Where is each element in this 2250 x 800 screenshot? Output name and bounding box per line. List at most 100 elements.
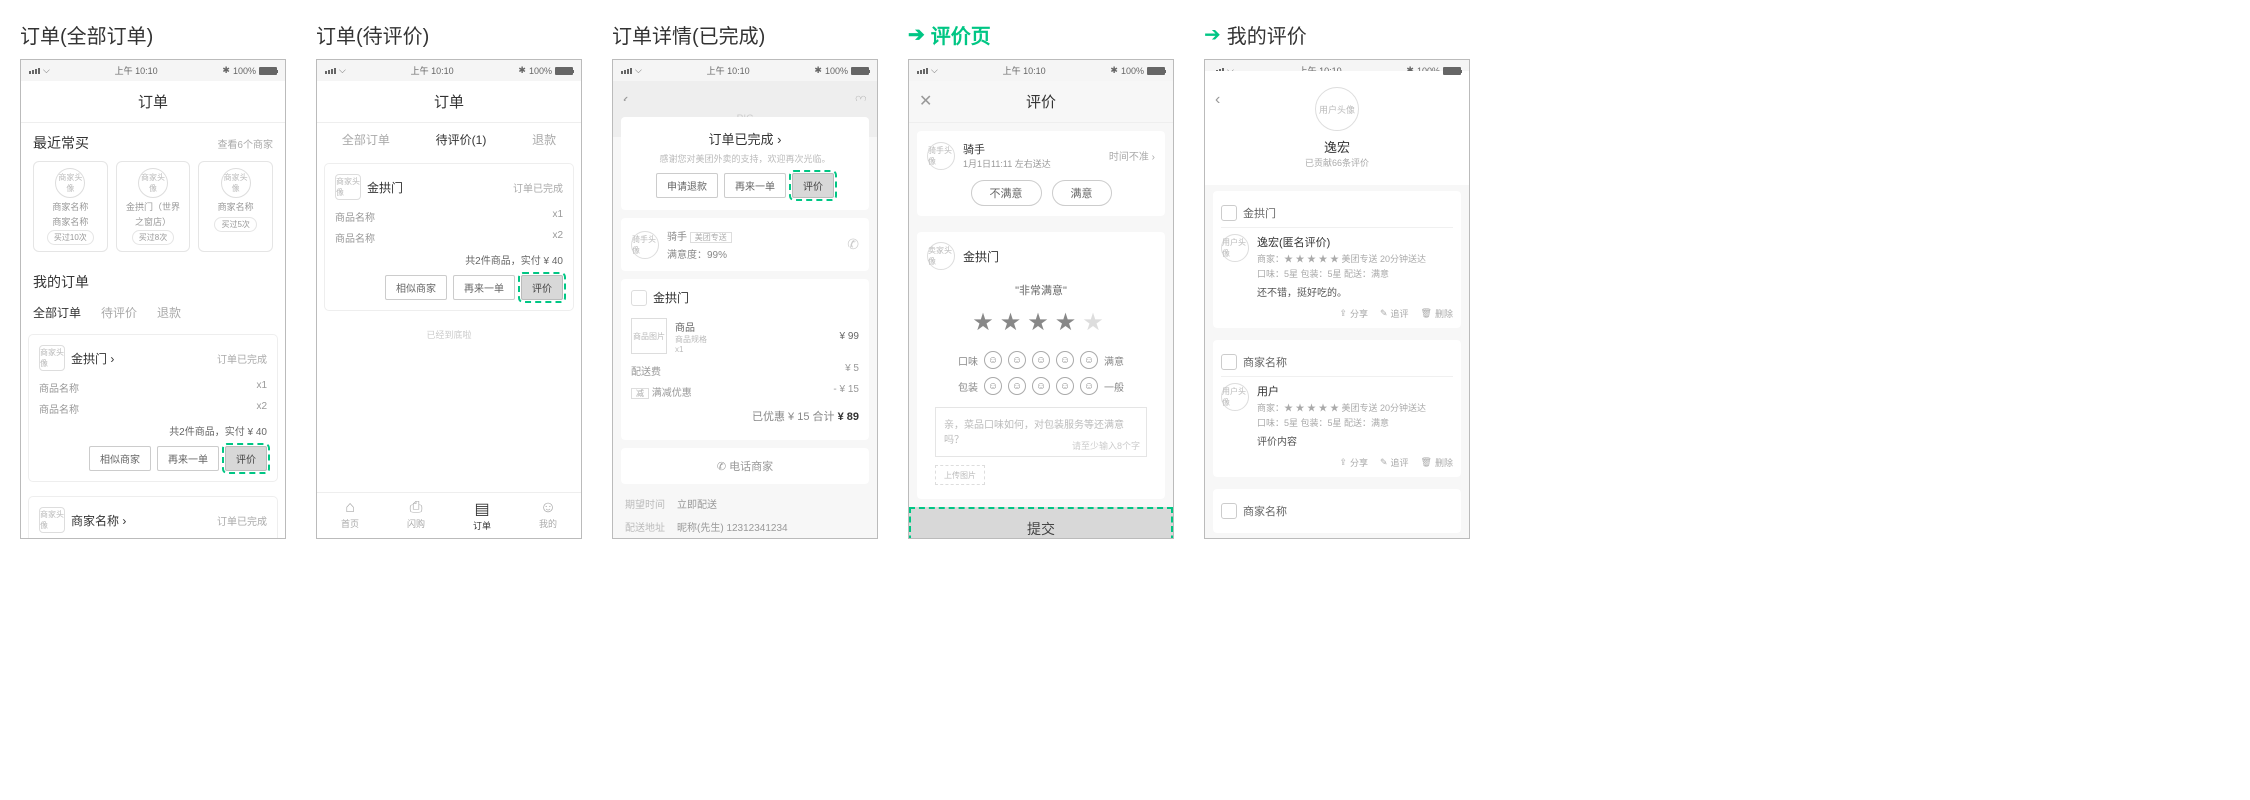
order-done-title[interactable]: 订单已完成 ›: [633, 129, 857, 148]
shop-name[interactable]: 商家名称: [1243, 503, 1287, 519]
tab-flash[interactable]: ⎙闪购: [383, 493, 449, 538]
follow-button[interactable]: ✎ 追评: [1380, 307, 1409, 320]
face-icon[interactable]: ☺: [984, 377, 1002, 395]
tab-me[interactable]: ☺我的: [515, 493, 581, 538]
nav-title: 订单: [434, 94, 464, 111]
review-textarea[interactable]: 亲，菜品口味如何，对包装服务等还满意吗？请至少输入8个字: [935, 407, 1147, 457]
item-name: 商品名称: [39, 401, 79, 416]
close-icon[interactable]: ✕: [919, 91, 932, 111]
delivery-tag: 美团专送: [690, 232, 732, 243]
order-card[interactable]: 商家头像金拱门 ›订单已完成 商品名称x1 商品名称x2 共2件商品，实付 ¥ …: [29, 335, 277, 481]
tab-pending[interactable]: 待评价: [101, 304, 137, 321]
bag-icon: ⎙: [383, 499, 449, 517]
reviewer-name: 用户: [1257, 383, 1453, 399]
statusbar: ⌵ 上午 10:10 ✱100%: [909, 60, 1173, 81]
recent-shop[interactable]: 商家头像商家名称商家名称买过10次: [33, 161, 108, 252]
phone-icon[interactable]: ✆: [847, 236, 859, 253]
reorder-button[interactable]: 再来一单: [724, 173, 786, 198]
call-shop[interactable]: ✆ 电话商家: [621, 448, 869, 484]
face-icon[interactable]: ☺: [1008, 377, 1026, 395]
statusbar: ⌵ 上午 10:10 ✱100%: [21, 60, 285, 81]
share-button[interactable]: ⇪ 分享: [1339, 456, 1368, 469]
shop-avatar: 商家头像: [55, 168, 85, 198]
min-chars-hint: 请至少输入8个字: [1072, 439, 1140, 452]
face-icon[interactable]: ☺: [1032, 377, 1050, 395]
battery-pct: 100%: [233, 66, 256, 76]
product-row: 商品图片 商品商品规格x1 ¥ 99: [631, 312, 859, 360]
tab-home[interactable]: ⌂首页: [317, 493, 383, 538]
upload-image-button[interactable]: 上传图片: [935, 465, 985, 485]
delete-button[interactable]: 🗑 删除: [1421, 456, 1453, 469]
tab-refund[interactable]: 退款: [157, 304, 181, 321]
home-icon: ⌂: [317, 499, 383, 517]
shop-name: 金拱门 ›: [71, 350, 211, 367]
recent-shop[interactable]: 商家头像金拱门（世界之窗店）买过8次: [116, 161, 191, 252]
screen-order-detail: ⌵ 上午 10:10 ✱100% ‹♡ 订单已完成 › 感谢您对美团外卖的支持，…: [612, 59, 878, 539]
shop-icon: [1221, 205, 1237, 221]
face-icon[interactable]: ☺: [1032, 351, 1050, 369]
face-icon[interactable]: ☺: [984, 351, 1002, 369]
signal-icon: [29, 68, 40, 74]
tab-all[interactable]: 全部订单: [33, 304, 81, 321]
rider-sat: 满意度：99%: [667, 246, 839, 261]
shop-name[interactable]: 金拱门: [1243, 205, 1276, 221]
tab-pending[interactable]: 待评价(1): [436, 131, 487, 148]
review-text: 评价内容: [1257, 433, 1453, 448]
share-button[interactable]: ⇪ 分享: [1339, 307, 1368, 320]
similar-button[interactable]: 相似商家: [385, 275, 447, 300]
order-card[interactable]: 商家头像金拱门订单已完成 商品名称x1 商品名称x2 共2件商品，实付 ¥ 40…: [325, 164, 573, 310]
shop-name[interactable]: 金拱门: [653, 289, 859, 306]
battery-pct: 100%: [1121, 66, 1144, 76]
submit-button[interactable]: 提交: [909, 507, 1173, 539]
face-icon[interactable]: ☺: [1056, 351, 1074, 369]
rider-card[interactable]: 骑手头像 骑手 美团专送满意度：99% ✆: [621, 218, 869, 271]
clipboard-icon: ▤: [449, 499, 515, 519]
similar-button[interactable]: 相似商家: [89, 446, 151, 471]
follow-button[interactable]: ✎ 追评: [1380, 456, 1409, 469]
shop-avatar: 商家头像: [221, 168, 251, 198]
screen-my-reviews: ⌵ 上午 10:10 ✱100% ‹ 用户头像 逸宏 已贡献66条评价 金拱门 …: [1204, 59, 1470, 539]
face-icon[interactable]: ☺: [1056, 377, 1074, 395]
reorder-button[interactable]: 再来一单: [453, 275, 515, 300]
screen-all-orders: ⌵ 上午 10:10 ✱100% 订单 最近常买查看6个商家 商家头像商家名称商…: [20, 59, 286, 539]
face-icon[interactable]: ☺: [1080, 377, 1098, 395]
bluetooth-icon: ✱: [814, 65, 822, 76]
review-text: 还不错，挺好吃的。: [1257, 284, 1453, 299]
shop-name: 商家名称: [52, 200, 88, 213]
order-card[interactable]: 商家头像商家名称 ›订单已完成: [29, 497, 277, 539]
satisfied-button[interactable]: 满意: [1052, 180, 1112, 206]
delete-button[interactable]: 🗑 删除: [1421, 307, 1453, 320]
unsatisfied-button[interactable]: 不满意: [971, 180, 1042, 206]
wifi-icon: ⌵: [339, 65, 346, 76]
face-icon[interactable]: ☺: [1080, 351, 1098, 369]
back-icon[interactable]: ‹: [1215, 91, 1220, 109]
recent-more[interactable]: 查看6个商家: [217, 136, 273, 151]
recent-shop[interactable]: 商家头像商家名称买过5次: [198, 161, 273, 252]
shop-name[interactable]: 商家名称: [1243, 354, 1287, 370]
time-wrong-link[interactable]: 时间不准 ›: [1109, 148, 1155, 163]
star-rating[interactable]: ★★★★★: [927, 308, 1155, 337]
tab-orders[interactable]: ▤订单: [449, 493, 515, 538]
nav-title: 评价: [1026, 94, 1056, 111]
review-button[interactable]: 评价: [792, 173, 834, 198]
tab-refund[interactable]: 退款: [532, 131, 556, 148]
battery-icon: [1443, 67, 1461, 75]
review-button[interactable]: 评价: [225, 446, 267, 471]
refund-button[interactable]: 申请退款: [656, 173, 718, 198]
address-label: 配送地址: [625, 519, 665, 534]
fee-label: 配送费: [631, 363, 661, 378]
clock: 上午 10:10: [115, 64, 158, 77]
arrow-icon: ➔: [1204, 22, 1221, 47]
shop-avatar-icon: 商家头像: [39, 345, 65, 371]
order-sum: 共2件商品，实付 ¥ 40: [39, 423, 267, 438]
tab-all[interactable]: 全部订单: [342, 131, 390, 148]
shop-name: 金拱门: [963, 248, 999, 265]
item-name: 商品名称: [335, 230, 375, 245]
signal-icon: [621, 68, 632, 74]
face-icon[interactable]: ☺: [1008, 351, 1026, 369]
product-qty: x1: [675, 345, 832, 354]
user-sub: 已贡献66条评价: [1221, 156, 1453, 169]
review-button[interactable]: 评价: [521, 275, 563, 300]
reorder-button[interactable]: 再来一单: [157, 446, 219, 471]
shop-name: 商家名称 ›: [71, 512, 211, 529]
